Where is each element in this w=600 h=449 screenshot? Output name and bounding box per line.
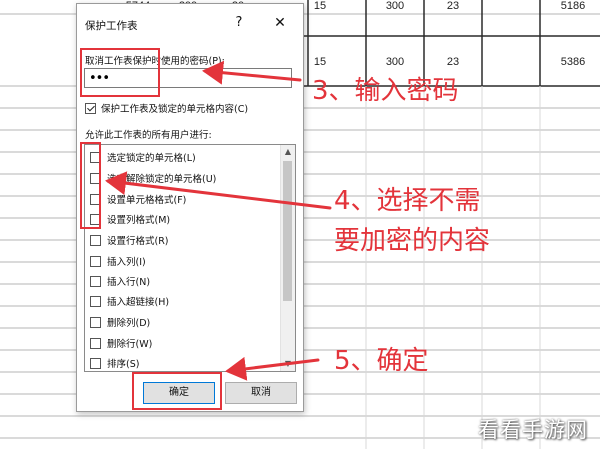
watermark: 看看手游网 <box>478 418 588 442</box>
protect-contents-option[interactable]: 保护工作表及锁定的单元格内容(C) <box>85 101 248 115</box>
password-label: 取消工作表保护时使用的密码(P): <box>85 56 225 67</box>
password-input[interactable] <box>84 68 292 88</box>
permissions-label: 允许此工作表的所有用户进行: <box>85 130 212 141</box>
ok-button[interactable]: 确定 <box>143 382 215 404</box>
permission-checkbox[interactable] <box>90 316 101 328</box>
protect-contents-checkbox[interactable] <box>85 102 96 114</box>
permission-label: 选定锁定的单元格(L) <box>107 153 196 164</box>
permission-item[interactable]: 设置单元格格式(F) <box>90 191 186 207</box>
permission-item[interactable]: 设置行格式(R) <box>90 232 169 248</box>
permissions-scrollbar[interactable]: ▲ ▼ <box>280 145 295 371</box>
permission-checkbox[interactable] <box>90 172 101 184</box>
permissions-list: 选定锁定的单元格(L) 选定解除锁定的单元格(U) 设置单元格格式(F) 设置列格式(… <box>84 144 296 372</box>
cell: 15 <box>313 56 327 68</box>
permission-checkbox[interactable] <box>90 213 101 225</box>
scroll-thumb[interactable] <box>283 161 292 301</box>
cell: 5386 <box>560 56 586 68</box>
close-icon[interactable]: ✕ <box>271 14 289 32</box>
permission-checkbox[interactable] <box>90 275 101 287</box>
cell: 5186 <box>560 0 586 12</box>
dialog-title: 保护工作表 <box>85 20 138 32</box>
protect-sheet-dialog: 保护工作表 ? ✕ 取消工作表保护时使用的密码(P): 保护工作表及锁定的单元格… <box>76 3 304 412</box>
permission-item[interactable]: 插入列(I) <box>90 253 146 269</box>
permission-checkbox[interactable] <box>90 151 101 163</box>
permission-label: 删除列(D) <box>107 318 151 329</box>
permission-item[interactable]: 删除行(W) <box>90 335 152 351</box>
protect-contents-label: 保护工作表及锁定的单元格内容(C) <box>101 104 249 115</box>
scroll-up-icon[interactable]: ▲ <box>281 145 295 159</box>
cell: 300 <box>385 56 405 68</box>
dialog-titlebar: 保护工作表 ? ✕ <box>77 4 303 38</box>
permission-label: 设置行格式(R) <box>107 236 169 247</box>
step4-annotation-line2: 要加密的内容 <box>334 226 491 256</box>
permission-checkbox[interactable] <box>90 357 101 369</box>
permission-item[interactable]: 选定解除锁定的单元格(U) <box>90 170 216 186</box>
cell: 300 <box>385 0 405 12</box>
permission-item[interactable]: 插入超链接(H) <box>90 293 169 309</box>
cancel-button[interactable]: 取消 <box>225 382 297 404</box>
step4-annotation-line1: 4、选择不需 <box>334 186 481 216</box>
permission-item[interactable]: 插入行(N) <box>90 273 150 289</box>
permission-checkbox[interactable] <box>90 337 101 349</box>
permission-checkbox[interactable] <box>90 295 101 307</box>
permission-item[interactable]: 选定锁定的单元格(L) <box>90 149 196 165</box>
permission-label: 插入超链接(H) <box>107 297 170 308</box>
permission-label: 选定解除锁定的单元格(U) <box>107 174 217 185</box>
permission-label: 插入行(N) <box>107 277 151 288</box>
permission-checkbox[interactable] <box>90 193 101 205</box>
cell: 23 <box>446 56 460 68</box>
cell: 23 <box>446 0 460 12</box>
help-icon[interactable]: ? <box>230 14 248 32</box>
permission-label: 设置单元格格式(F) <box>107 195 187 206</box>
permission-item[interactable]: 删除列(D) <box>90 314 150 330</box>
scroll-down-icon[interactable]: ▼ <box>281 357 295 371</box>
step3-annotation: 3、输入密码 <box>312 76 459 106</box>
permission-label: 排序(S) <box>107 359 140 370</box>
permission-label: 删除行(W) <box>107 339 153 350</box>
permission-label: 设置列格式(M) <box>107 215 171 226</box>
permission-checkbox[interactable] <box>90 255 101 267</box>
step5-annotation: 5、确定 <box>334 346 429 376</box>
permission-checkbox[interactable] <box>90 234 101 246</box>
permission-item[interactable]: 排序(S) <box>90 355 139 371</box>
permission-label: 插入列(I) <box>107 257 146 268</box>
permission-item[interactable]: 设置列格式(M) <box>90 211 170 227</box>
cell: 15 <box>313 0 327 12</box>
